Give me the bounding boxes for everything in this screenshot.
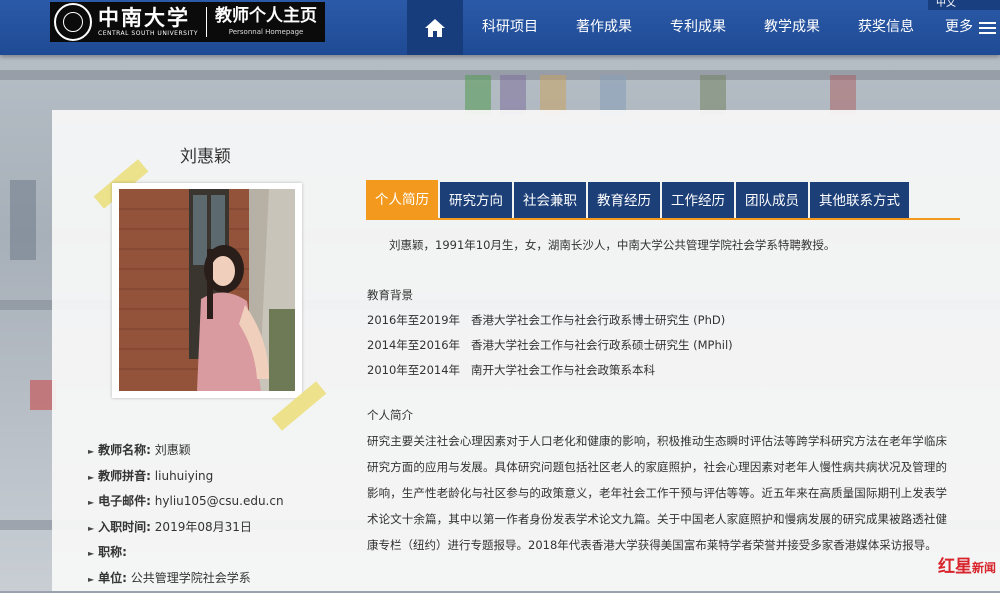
info-row-name: ►教师名称: 刘惠颖 <box>88 440 284 466</box>
university-seal-icon <box>54 3 92 41</box>
site-title-en: Personnal Homepage <box>215 29 317 36</box>
resume-content: 刘惠颖，1991年10月生，女，湖南长沙人，中南大学公共管理学院社会学系特聘教授… <box>367 232 947 558</box>
tab-resume[interactable]: 个人简历 <box>366 180 438 218</box>
site-title: 教师个人主页 <box>215 8 317 25</box>
bullet-arrow-icon: ► <box>88 524 94 533</box>
email-link[interactable]: hyliu105@csu.edu.cn <box>155 494 284 508</box>
info-row-title: ►职称: <box>88 542 284 568</box>
bullet-arrow-icon: ► <box>88 498 94 507</box>
education-heading: 教育背景 <box>367 283 947 308</box>
nav-item-teaching[interactable]: 教学成果 <box>745 0 839 55</box>
bullet-arrow-icon: ► <box>88 549 94 558</box>
tab-social-positions[interactable]: 社会兼职 <box>514 182 586 218</box>
watermark-main: 红星 <box>938 557 972 577</box>
language-selector[interactable]: 中文 <box>928 0 1000 10</box>
tab-work-experience[interactable]: 工作经历 <box>662 182 734 218</box>
bullet-arrow-icon: ► <box>88 575 94 584</box>
info-row-email: ►电子邮件: hyliu105@csu.edu.cn <box>88 491 284 517</box>
tab-team-members[interactable]: 团队成员 <box>736 182 808 218</box>
info-value: liuhuiying <box>155 469 213 483</box>
education-item: 2014年至2016年 香港大学社会工作与社会行政系硕士研究生 (MPhil) <box>367 333 947 358</box>
info-row-join-date: ►入职时间: 2019年08月31日 <box>88 517 284 543</box>
nav-item-patents[interactable]: 专利成果 <box>651 0 745 55</box>
watermark-logo: 红星新闻 <box>938 552 996 577</box>
info-row-pinyin: ►教师拼音: liuhuiying <box>88 466 284 492</box>
nav-item-research-projects[interactable]: 科研项目 <box>463 0 557 55</box>
profile-tabs: 个人简历 研究方向 社会兼职 教育经历 工作经历 团队成员 其他联系方式 <box>366 182 911 218</box>
nav-item-publications[interactable]: 著作成果 <box>557 0 651 55</box>
education-item: 2010年至2014年 南开大学社会工作与社会政策系本科 <box>367 358 947 383</box>
nav-home-button[interactable] <box>407 0 463 55</box>
menu-icon <box>979 19 996 37</box>
top-navigation-bar: 中南大学 CENTRAL SOUTH UNIVERSITY 教师个人主页 Per… <box>0 0 1000 55</box>
info-row-unit: ►单位: 公共管理学院社会学系 <box>88 568 284 593</box>
info-value: 刘惠颖 <box>155 443 191 457</box>
tab-other-contacts[interactable]: 其他联系方式 <box>810 182 909 218</box>
education-item: 2016年至2019年 香港大学社会工作与社会行政系博士研究生 (PhD) <box>367 308 947 333</box>
tab-education[interactable]: 教育经历 <box>588 182 660 218</box>
bullet-arrow-icon: ► <box>88 447 94 456</box>
home-icon <box>424 18 446 38</box>
logo-university-name-en: CENTRAL SOUTH UNIVERSITY <box>98 31 198 37</box>
nav-item-awards[interactable]: 获奖信息 <box>839 0 933 55</box>
logo-university-name: 中南大学 <box>98 7 198 28</box>
bio-paragraph: 研究主要关注社会心理因素对于人口老化和健康的影响，积极推动生态瞬时评估法等跨学科… <box>367 428 947 558</box>
profile-info-list: ►教师名称: 刘惠颖 ►教师拼音: liuhuiying ►电子邮件: hyli… <box>88 440 284 593</box>
bullet-arrow-icon: ► <box>88 473 94 482</box>
logo-divider <box>206 7 207 37</box>
profile-photo-image <box>119 189 295 391</box>
info-value: 公共管理学院社会学系 <box>131 571 251 585</box>
resume-intro: 刘惠颖，1991年10月生，女，湖南长沙人，中南大学公共管理学院社会学系特聘教授… <box>367 232 947 258</box>
site-logo[interactable]: 中南大学 CENTRAL SOUTH UNIVERSITY 教师个人主页 Per… <box>50 2 325 42</box>
info-value: 2019年08月31日 <box>155 520 252 534</box>
profile-photo <box>112 183 302 398</box>
tab-underline <box>366 218 960 220</box>
tab-research-direction[interactable]: 研究方向 <box>440 182 512 218</box>
bio-heading: 个人简介 <box>367 403 947 428</box>
watermark-sub: 新闻 <box>972 561 996 575</box>
teacher-name-heading: 刘惠颖 <box>180 142 231 167</box>
main-nav: 科研项目 著作成果 专利成果 教学成果 获奖信息 更多 <box>407 0 996 55</box>
